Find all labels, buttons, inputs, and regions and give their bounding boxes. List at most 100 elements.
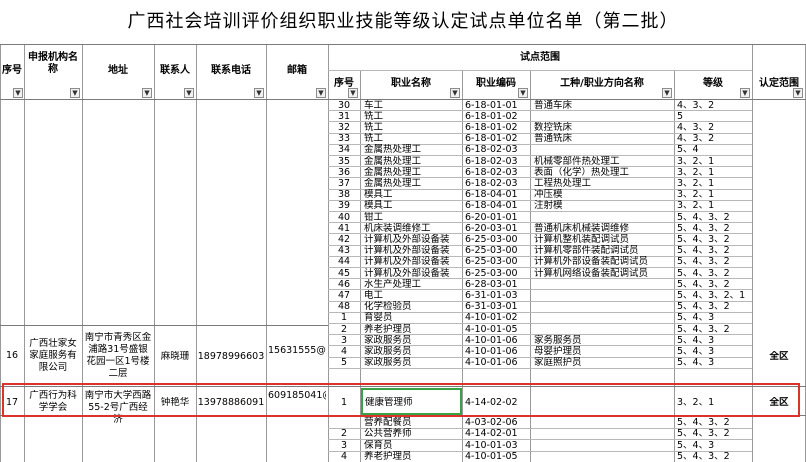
cell-code[interactable]: 6-31-03-01 <box>465 301 529 312</box>
filter-dropdown-occupation[interactable]: ▼ <box>450 88 460 98</box>
cell-code[interactable]: 4-10-01-06 <box>465 346 529 357</box>
cell-dir[interactable]: 计算机零部件装配调试员 <box>534 245 673 256</box>
cell-code[interactable]: 6-25-03-00 <box>465 234 529 245</box>
cell-name[interactable]: 计算机及外部设备装 <box>364 234 461 245</box>
cell-dir[interactable]: 表面（化学）热处理工 <box>534 167 673 178</box>
cell-dir[interactable]: 普通车床 <box>534 100 673 111</box>
cell-no[interactable]: 3 <box>328 440 360 451</box>
cell-name[interactable]: 计算机及外部设备装 <box>364 256 461 267</box>
org16-email[interactable]: 15631555@qq.com <box>268 345 326 357</box>
cell-level[interactable]: 3、2、1 <box>677 167 751 178</box>
org16-seq[interactable]: 16 <box>0 350 24 361</box>
cell-dir[interactable]: 工程热处理工 <box>534 178 673 189</box>
cell-dir[interactable]: 计算机整机装配调试员 <box>534 234 673 245</box>
cell-name[interactable]: 水生产处理工 <box>364 279 461 290</box>
cell-name[interactable]: 机床装调维修工 <box>364 223 461 234</box>
filter-dropdown-org[interactable]: ▼ <box>70 88 80 98</box>
org16-address[interactable]: 南宁市青秀区金浦路31号盛银花园一区1号楼二层 <box>84 332 152 380</box>
cell-level[interactable]: 5、4、3、2 <box>677 256 751 267</box>
cell-name[interactable]: 营养配餐员 <box>364 417 461 428</box>
filter-dropdown-address[interactable]: ▼ <box>142 88 152 98</box>
cell-name[interactable]: 铣工 <box>364 122 461 133</box>
cell-level[interactable]: 4、3、2 <box>677 122 751 133</box>
filter-dropdown-range[interactable]: ▼ <box>793 88 803 98</box>
cell-name[interactable]: 家政服务员 <box>364 335 461 346</box>
cell-level[interactable]: 5、4、3、2 <box>677 268 751 279</box>
filter-dropdown-email[interactable]: ▼ <box>316 88 326 98</box>
cell-level[interactable]: 5、4、3、2 <box>677 223 751 234</box>
cell-name[interactable]: 模具工 <box>364 200 461 211</box>
cell-code[interactable]: 4-14-02-01 <box>465 428 529 439</box>
filter-dropdown-sub-seq[interactable]: ▼ <box>348 88 358 98</box>
cell-no[interactable]: 43 <box>328 245 360 256</box>
cell-no[interactable]: 48 <box>328 301 360 312</box>
cell-code[interactable]: 4-10-01-05 <box>465 451 529 462</box>
cell-level[interactable]: 3、2、1 <box>677 178 751 189</box>
cell-level[interactable]: 5、4、3、2 <box>677 301 751 312</box>
cell-no[interactable]: 1 <box>328 312 360 323</box>
cell-dir[interactable]: 数控铣床 <box>534 122 673 133</box>
org16-phone[interactable]: 18978996603 <box>196 351 266 362</box>
cell-dir[interactable]: 冲压模 <box>534 189 673 200</box>
cell-code[interactable]: 6-18-04-01 <box>465 200 529 211</box>
cell-dir[interactable]: 注射模 <box>534 200 673 211</box>
cell-no[interactable]: 2 <box>328 428 360 439</box>
cell-code[interactable]: 6-25-03-00 <box>465 245 529 256</box>
cell-no[interactable]: 32 <box>328 122 360 133</box>
cell-code[interactable]: 4-10-01-06 <box>465 357 529 368</box>
cell-code[interactable]: 6-18-02-03 <box>465 167 529 178</box>
cell-no[interactable]: 35 <box>328 156 360 167</box>
cell-code[interactable]: 4-03-02-06 <box>465 417 529 428</box>
cell-no[interactable]: 31 <box>328 111 360 122</box>
cell-code[interactable]: 6-18-01-02 <box>465 122 529 133</box>
org16-name[interactable]: 广西壮家女家庭服务有限公司 <box>26 338 80 374</box>
cell-name[interactable]: 公共营养师 <box>364 428 461 439</box>
filter-dropdown-direction[interactable]: ▼ <box>662 88 672 98</box>
cell-code[interactable]: 6-31-01-03 <box>465 290 529 301</box>
cell-name[interactable]: 金属热处理工 <box>364 167 461 178</box>
cell-no[interactable]: 37 <box>328 178 360 189</box>
cell-level[interactable]: 3、2、1 <box>677 156 751 167</box>
cell-name[interactable]: 养老护理员 <box>364 451 461 462</box>
filter-dropdown-seq[interactable]: ▼ <box>13 88 23 98</box>
cell-name[interactable]: 金属热处理工 <box>364 144 461 155</box>
cell-dir[interactable]: 计算机网络设备装配调试员 <box>534 268 673 279</box>
cell-code[interactable]: 4-10-01-03 <box>465 440 529 451</box>
cell-name[interactable]: 模具工 <box>364 189 461 200</box>
cell-code[interactable]: 6-20-01-01 <box>465 212 529 223</box>
cell-name[interactable]: 钳工 <box>364 212 461 223</box>
cell-code[interactable]: 4-10-01-05 <box>465 324 529 335</box>
cell-name[interactable]: 养老护理员 <box>364 324 461 335</box>
cell-code[interactable]: 6-18-01-01 <box>465 100 529 111</box>
cell-no[interactable]: 41 <box>328 223 360 234</box>
cell-code[interactable]: 6-18-04-01 <box>465 189 529 200</box>
cell-dir[interactable]: 母婴护理员 <box>534 346 673 357</box>
cell-level[interactable]: 4、3、2 <box>677 100 751 111</box>
cell-name[interactable]: 金属热处理工 <box>364 178 461 189</box>
cell-code[interactable]: 4-10-01-06 <box>465 335 529 346</box>
cell-code[interactable]: 6-28-03-01 <box>465 279 529 290</box>
cell-level[interactable]: 3、2、1 <box>677 189 751 200</box>
cell-level[interactable]: 5、4、3 <box>677 440 751 451</box>
cell-no[interactable]: 2 <box>328 324 360 335</box>
cell-dir[interactable]: 家庭照护员 <box>534 357 673 368</box>
cell-no[interactable]: 4 <box>328 451 360 462</box>
cell-level[interactable]: 4、3、2 <box>677 133 751 144</box>
cell-name[interactable]: 育婴员 <box>364 312 461 323</box>
cell-name[interactable]: 计算机及外部设备装 <box>364 268 461 279</box>
cell-level[interactable]: 5、4、3、2 <box>677 451 751 462</box>
cell-code[interactable]: 6-18-01-02 <box>465 111 529 122</box>
cell-code[interactable]: 4-10-01-02 <box>465 312 529 323</box>
cell-name[interactable]: 家政服务员 <box>364 346 461 357</box>
cell-code[interactable]: 6-18-02-03 <box>465 156 529 167</box>
cell-no[interactable]: 42 <box>328 234 360 245</box>
cell-no[interactable]: 46 <box>328 279 360 290</box>
cell-name[interactable]: 保育员 <box>364 440 461 451</box>
cell-no[interactable]: 38 <box>328 189 360 200</box>
cell-level[interactable]: 5、4、3、2 <box>677 324 751 335</box>
cell-level[interactable]: 5、4、3、2、1 <box>677 290 751 301</box>
cell-level[interactable]: 5、4、3、2 <box>677 279 751 290</box>
cell-code[interactable]: 6-18-01-02 <box>465 133 529 144</box>
cell-level[interactable]: 5、4、3 <box>677 346 751 357</box>
cell-no[interactable]: 47 <box>328 290 360 301</box>
